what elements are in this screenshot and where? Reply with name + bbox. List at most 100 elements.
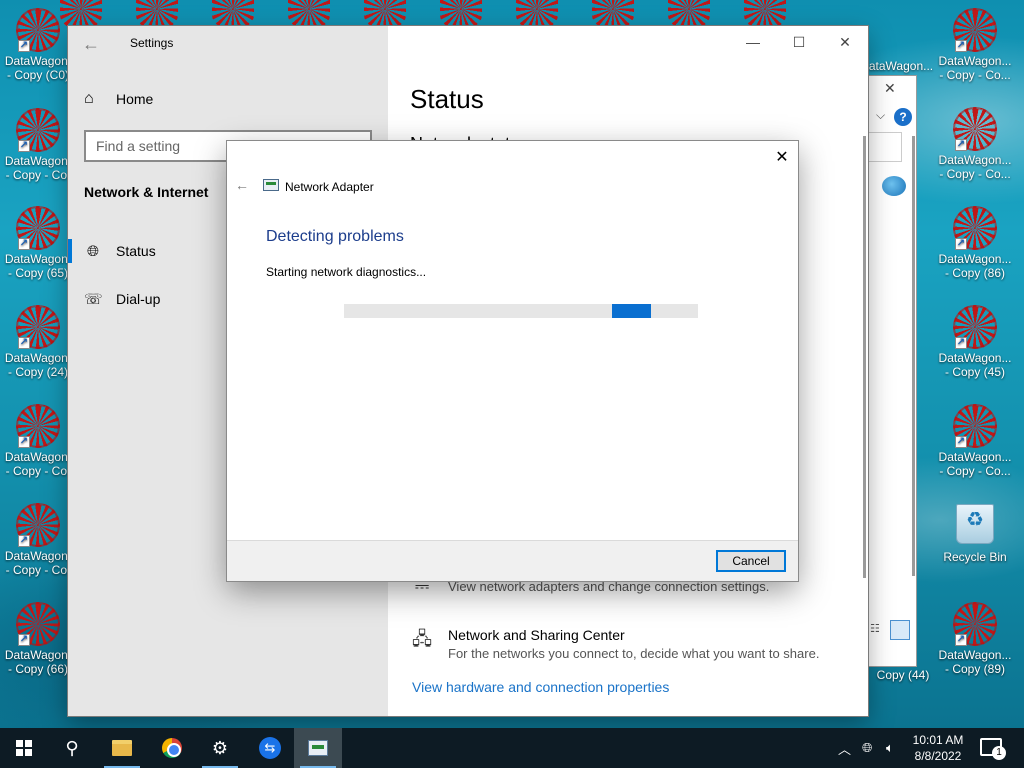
app-icon: ↗ xyxy=(953,107,997,151)
dialup-icon: ☏ xyxy=(84,291,103,308)
desktop-icon[interactable]: ↗ DataWagon. - Copy (24) xyxy=(0,305,76,379)
desktop-icon-label: DataWagon... xyxy=(938,351,1012,365)
taskbar: ⚲ ⚙ ⇆ ︿ 🌐︎ 🔈︎ 10:01 AM 8/8/2022 1 xyxy=(0,728,1024,768)
clock-date: 8/8/2022 xyxy=(914,749,962,763)
app-icon: ↗ xyxy=(953,305,997,349)
shortcut-arrow-icon: ↗ xyxy=(18,140,30,152)
windows-logo-icon xyxy=(16,740,32,756)
desktop-icon-label: DataWagon. xyxy=(4,648,72,662)
desktop-icon[interactable]: ↗ DataWagon. - Copy (66) xyxy=(0,602,76,676)
large-icons-view-icon[interactable] xyxy=(890,620,910,640)
taskbar-network-troubleshooter[interactable] xyxy=(294,728,342,768)
recycle-bin[interactable]: Recycle Bin xyxy=(937,504,1013,564)
desktop-icon[interactable]: ↗ DataWagon... - Copy (89) xyxy=(937,602,1013,676)
network-tray[interactable]: 🌐︎ xyxy=(862,728,872,768)
recycle-bin-icon xyxy=(953,504,997,548)
app-icon: ↗ xyxy=(16,305,60,349)
desktop-icon-label: DataWagon. xyxy=(4,54,72,68)
taskbar-teamviewer[interactable]: ⇆ xyxy=(246,728,294,768)
section-heading: Network & Internet xyxy=(84,184,209,200)
sidebar-item-label: Dial-up xyxy=(116,291,161,307)
taskbar-file-explorer[interactable] xyxy=(98,728,146,768)
folder-icon xyxy=(112,740,132,756)
clock-time: 10:01 AM xyxy=(912,733,964,747)
progress-bar xyxy=(344,304,698,318)
scrollbar[interactable] xyxy=(912,136,915,576)
troubleshooter-dialog: ✕ ← Network Adapter Detecting problems S… xyxy=(227,141,798,581)
desktop-icon-label: DataWagon... xyxy=(938,54,1012,68)
desktop-icon-label: - Copy (65) xyxy=(7,266,69,280)
option-network-sharing-center[interactable]: 🖧︎ Network and Sharing Center For the ne… xyxy=(410,627,819,661)
desktop-icon[interactable]: ↗ DataWagon. - Copy - Co. xyxy=(0,108,76,182)
desktop-icon-label: - Copy (89) xyxy=(944,662,1006,676)
app-icon: ↗ xyxy=(16,404,60,448)
back-arrow-icon[interactable]: ← xyxy=(235,177,249,193)
desktop-icon-label: DataWagon... xyxy=(938,153,1012,167)
option-title: Network and Sharing Center xyxy=(448,627,625,643)
desktop-icon-label: DataWagon. xyxy=(4,450,72,464)
app-icon: ↗ xyxy=(953,404,997,448)
app-icon: ↗ xyxy=(16,602,60,646)
app-icon: ↗ xyxy=(953,602,997,646)
desktop-icon[interactable]: ↗ DataWagon. - Copy (65) xyxy=(0,206,76,280)
shortcut-arrow-icon: ↗ xyxy=(18,238,30,250)
address-box[interactable] xyxy=(868,132,902,162)
details-view-icon[interactable]: ☷ xyxy=(870,622,888,638)
desktop-icon[interactable]: ↗ DataWagon... - Copy - Co... xyxy=(937,107,1013,181)
search-button[interactable]: ⚲ xyxy=(48,728,96,768)
desktop-icon[interactable]: ↗ DataWagon. - Copy - Co. xyxy=(0,503,76,577)
dialog-title: Network Adapter xyxy=(285,180,374,194)
maximize-icon[interactable]: ☐ xyxy=(776,26,822,58)
scrollbar[interactable] xyxy=(863,136,866,578)
taskbar-settings[interactable]: ⚙ xyxy=(196,728,244,768)
close-icon[interactable]: ✕ xyxy=(884,80,896,97)
desktop-icon-label: - Copy - Co... xyxy=(939,167,1011,181)
help-icon[interactable]: ? xyxy=(894,108,912,126)
desktop-icon[interactable]: ↗ DataWagon... - Copy (86) xyxy=(937,206,1013,280)
shortcut-arrow-icon: ↗ xyxy=(18,337,30,349)
shortcut-arrow-icon: ↗ xyxy=(18,535,30,547)
chevron-down-icon[interactable]: ⌵ xyxy=(876,108,885,123)
app-icon: ↗ xyxy=(953,8,997,52)
desktop-icon[interactable]: ↗ DataWagon... - Copy (45) xyxy=(937,305,1013,379)
shortcut-arrow-icon: ↗ xyxy=(955,337,967,349)
desktop-icon-label: DataWagon... xyxy=(938,648,1012,662)
app-icon: ↗ xyxy=(953,206,997,250)
status-message: Starting network diagnostics... xyxy=(266,265,427,279)
home-link[interactable]: ⌂ Home xyxy=(84,90,153,108)
start-button[interactable] xyxy=(0,728,48,768)
desktop-icon[interactable]: ↗ DataWagon. - Copy (C0) xyxy=(0,8,76,82)
minimize-icon[interactable]: — xyxy=(730,26,776,58)
speaker-icon: 🔈︎ xyxy=(886,740,894,755)
desktop-icon[interactable]: ↗ DataWagon... - Copy - Co... xyxy=(937,404,1013,478)
app-icon: ↗ xyxy=(16,8,60,52)
background-window: ✕ ⌵ ? ☷ xyxy=(868,76,916,666)
desktop-icon-label: - Copy - Co... xyxy=(939,68,1011,82)
dialog-footer: Cancel xyxy=(227,540,798,581)
desktop-icon-label: - Copy (86) xyxy=(944,266,1006,280)
close-icon[interactable]: ✕ xyxy=(822,26,868,58)
app-icon: ↗ xyxy=(16,206,60,250)
desktop-icon[interactable]: ↗ DataWagon. - Copy - Co. xyxy=(0,404,76,478)
taskbar-chrome[interactable] xyxy=(148,728,196,768)
cancel-button[interactable]: Cancel xyxy=(716,550,786,572)
desktop-icon-label: DataWagon. xyxy=(4,252,72,266)
back-arrow-icon[interactable]: ← xyxy=(82,34,100,55)
volume-tray[interactable]: 🔈︎ xyxy=(886,728,894,768)
shortcut-arrow-icon: ↗ xyxy=(955,634,967,646)
desktop-icon-label: - Copy (C0) xyxy=(6,68,69,82)
chevron-up-icon: ︿ xyxy=(838,741,852,757)
search-icon: ⚲ xyxy=(65,737,79,758)
desktop-icon[interactable]: ↗ DataWagon... - Copy - Co... xyxy=(937,8,1013,82)
app-icon: ↗ xyxy=(16,108,60,152)
clock[interactable]: 10:01 AM 8/8/2022 xyxy=(900,732,976,764)
close-icon[interactable]: ✕ xyxy=(774,147,790,167)
teamviewer-icon: ⇆ xyxy=(259,737,281,759)
hardware-properties-link[interactable]: View hardware and connection properties xyxy=(412,679,669,695)
show-hidden-icons[interactable]: ︿ xyxy=(838,728,851,768)
sidebar-item-label: Status xyxy=(116,243,156,259)
shortcut-arrow-icon: ↗ xyxy=(18,40,30,52)
desktop-icon-label: DataWagon... xyxy=(938,450,1012,464)
desktop-icon-label: - Copy - Co... xyxy=(939,464,1011,478)
desktop-icon-label: - Copy (24) xyxy=(7,365,69,379)
